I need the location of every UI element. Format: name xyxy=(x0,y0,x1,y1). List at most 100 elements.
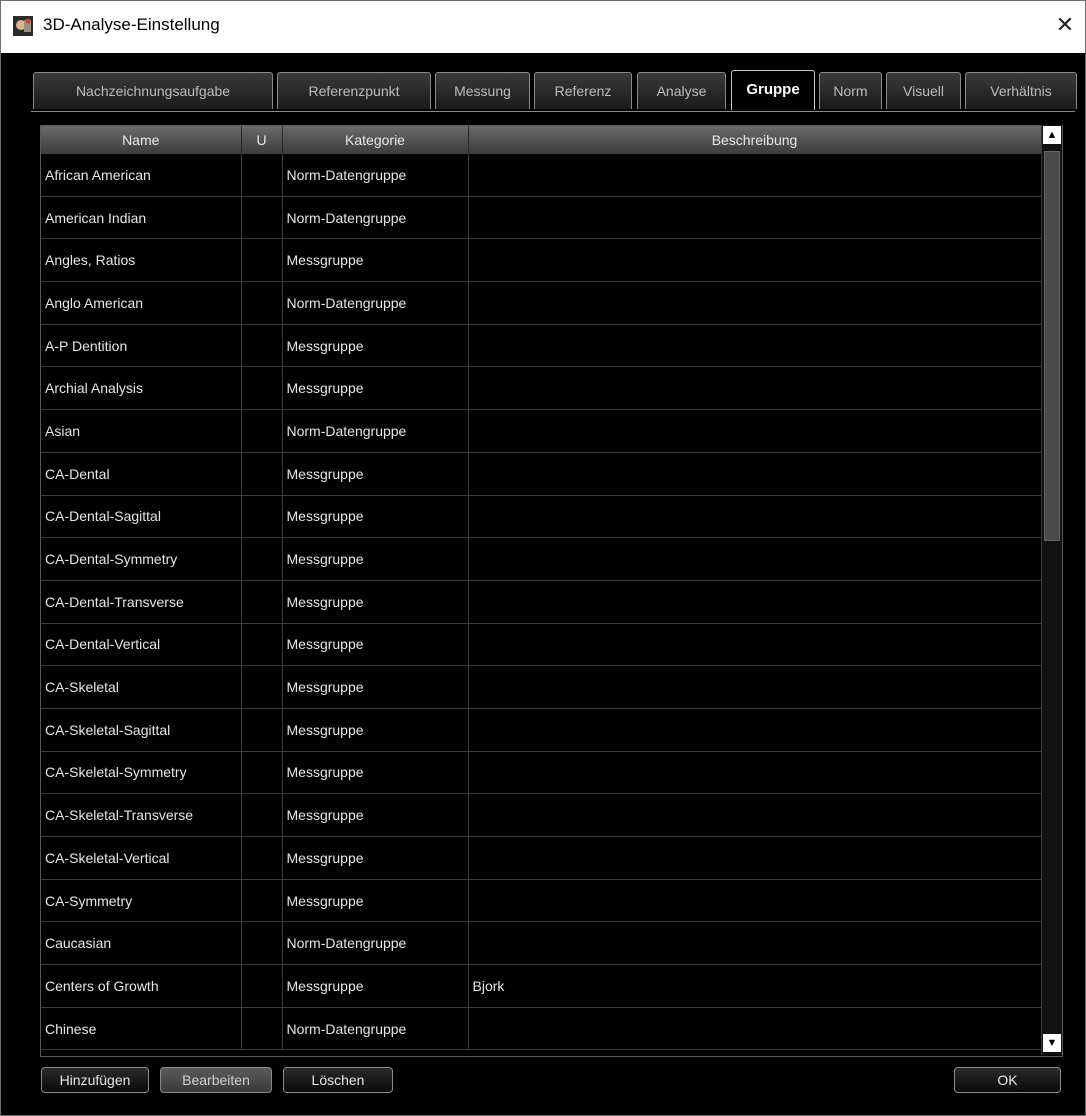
kategorie-cell: Norm-Datengruppe xyxy=(282,1007,469,1051)
u-cell xyxy=(241,921,283,966)
name-cell: CA-Symmetry xyxy=(41,879,242,923)
table-row[interactable]: A-P Dentition Messgruppe xyxy=(41,324,1042,368)
beschreibung-cell xyxy=(468,409,1042,453)
name-cell: CA-Skeletal-Symmetry xyxy=(41,751,242,795)
table-row[interactable]: CA-Dental-Symmetry Messgruppe xyxy=(41,537,1042,581)
add-button[interactable]: Hinzufügen xyxy=(41,1067,149,1093)
table-row[interactable]: Archial Analysis Messgruppe xyxy=(41,366,1042,411)
kategorie-cell: Norm-Datengruppe xyxy=(282,409,469,453)
table-row[interactable]: CA-Skeletal-Sagittal Messgruppe xyxy=(41,708,1042,752)
tab-gruppe[interactable]: Gruppe xyxy=(731,70,815,110)
tab-messung[interactable]: Messung xyxy=(435,72,530,109)
tab-referenz[interactable]: Referenz xyxy=(534,72,632,109)
table-row[interactable]: CA-Skeletal-Symmetry Messgruppe xyxy=(41,751,1042,795)
table-row[interactable]: Angles, Ratios Messgruppe xyxy=(41,238,1042,283)
table-body: African American Norm-Datengruppe American… xyxy=(41,154,1042,1051)
kategorie-cell: Messgruppe xyxy=(282,366,469,411)
kategorie-cell: Messgruppe xyxy=(282,580,469,624)
u-cell xyxy=(241,452,283,496)
table-row[interactable]: Centers of Growth Messgruppe Bjork xyxy=(41,964,1042,1008)
close-icon[interactable]: ✕ xyxy=(1051,11,1079,39)
tab-norm[interactable]: Norm xyxy=(819,72,882,109)
table-row[interactable]: Caucasian Norm-Datengruppe xyxy=(41,921,1042,966)
u-cell xyxy=(241,537,283,581)
beschreibung-cell xyxy=(468,751,1042,795)
scrollbar-thumb[interactable] xyxy=(1044,151,1060,541)
kategorie-cell: Norm-Datengruppe xyxy=(282,921,469,966)
u-cell xyxy=(241,665,283,709)
table-row[interactable]: American Indian Norm-Datengruppe xyxy=(41,196,1042,240)
vertical-scrollbar[interactable]: ▲ ▼ xyxy=(1041,125,1062,1055)
kategorie-cell: Messgruppe xyxy=(282,452,469,496)
name-cell: Asian xyxy=(41,409,242,453)
dialog-window: 3D-Analyse-Einstellung ✕ Nachzeichnungsa… xyxy=(0,0,1086,1116)
tab-verhaeltnis[interactable]: Verhältnis xyxy=(965,72,1077,109)
table-row[interactable]: CA-Dental-Sagittal Messgruppe xyxy=(41,495,1042,539)
beschreibung-cell xyxy=(468,495,1042,539)
u-cell xyxy=(241,1007,283,1051)
beschreibung-cell: Bjork xyxy=(468,964,1042,1008)
u-cell xyxy=(241,793,283,837)
name-cell: CA-Dental xyxy=(41,452,242,496)
table-row[interactable]: African American Norm-Datengruppe xyxy=(41,154,1042,197)
beschreibung-cell xyxy=(468,580,1042,624)
name-cell: CA-Dental-Transverse xyxy=(41,580,242,624)
kategorie-cell: Messgruppe xyxy=(282,238,469,283)
tab-referenzpunkt[interactable]: Referenzpunkt xyxy=(277,72,431,109)
u-cell xyxy=(241,964,283,1008)
beschreibung-cell xyxy=(468,708,1042,752)
window-title: 3D-Analyse-Einstellung xyxy=(43,15,220,34)
name-cell: Angles, Ratios xyxy=(41,238,242,283)
beschreibung-cell xyxy=(468,537,1042,581)
table-row[interactable]: Asian Norm-Datengruppe xyxy=(41,409,1042,453)
table-row[interactable]: CA-Symmetry Messgruppe xyxy=(41,879,1042,923)
table-row[interactable]: CA-Skeletal-Transverse Messgruppe xyxy=(41,793,1042,837)
column-header-kategorie[interactable]: Kategorie xyxy=(282,126,469,154)
beschreibung-cell xyxy=(468,1007,1042,1051)
u-cell xyxy=(241,580,283,624)
table-row[interactable]: CA-Dental-Vertical Messgruppe xyxy=(41,623,1042,667)
table-row[interactable]: CA-Skeletal Messgruppe xyxy=(41,665,1042,709)
kategorie-cell: Messgruppe xyxy=(282,495,469,539)
edit-button[interactable]: Bearbeiten xyxy=(160,1067,272,1093)
name-cell: Chinese xyxy=(41,1007,242,1051)
name-cell: African American xyxy=(41,154,242,197)
column-header-beschreibung[interactable]: Beschreibung xyxy=(468,126,1042,154)
u-cell xyxy=(241,836,283,880)
beschreibung-cell xyxy=(468,324,1042,368)
u-cell xyxy=(241,623,283,667)
tab-nachzeichnungsaufgabe[interactable]: Nachzeichnungsaufgabe xyxy=(33,72,273,109)
kategorie-cell: Messgruppe xyxy=(282,751,469,795)
tab-analyse[interactable]: Analyse xyxy=(637,72,726,109)
name-cell: CA-Dental-Sagittal xyxy=(41,495,242,539)
scroll-up-icon[interactable]: ▲ xyxy=(1043,126,1061,144)
beschreibung-cell xyxy=(468,452,1042,496)
beschreibung-cell xyxy=(468,154,1042,197)
name-cell: Centers of Growth xyxy=(41,964,242,1008)
beschreibung-cell xyxy=(468,665,1042,709)
table-row[interactable]: CA-Skeletal-Vertical Messgruppe xyxy=(41,836,1042,880)
kategorie-cell: Messgruppe xyxy=(282,623,469,667)
tab-visuell[interactable]: Visuell xyxy=(886,72,961,109)
kategorie-cell: Norm-Datengruppe xyxy=(282,281,469,325)
kategorie-cell: Messgruppe xyxy=(282,964,469,1008)
kategorie-cell: Norm-Datengruppe xyxy=(282,196,469,240)
delete-button[interactable]: Löschen xyxy=(283,1067,393,1093)
scroll-down-icon[interactable]: ▼ xyxy=(1043,1034,1061,1052)
title-bar: 3D-Analyse-Einstellung ✕ xyxy=(1,1,1085,53)
beschreibung-cell xyxy=(468,836,1042,880)
table-row[interactable]: Chinese Norm-Datengruppe xyxy=(41,1007,1042,1051)
name-cell: Caucasian xyxy=(41,921,242,966)
table-row[interactable]: CA-Dental-Transverse Messgruppe xyxy=(41,580,1042,624)
table-row[interactable]: Anglo American Norm-Datengruppe xyxy=(41,281,1042,325)
name-cell: CA-Skeletal xyxy=(41,665,242,709)
kategorie-cell: Messgruppe xyxy=(282,879,469,923)
column-header-name[interactable]: Name xyxy=(41,126,242,154)
name-cell: Anglo American xyxy=(41,281,242,325)
column-header-u[interactable]: U xyxy=(241,126,283,154)
ok-button[interactable]: OK xyxy=(954,1067,1061,1093)
table-row[interactable]: CA-Dental Messgruppe xyxy=(41,452,1042,496)
u-cell xyxy=(241,324,283,368)
tab-divider xyxy=(31,111,1075,112)
table-header-row: Name U Kategorie Beschreibung xyxy=(41,126,1042,154)
